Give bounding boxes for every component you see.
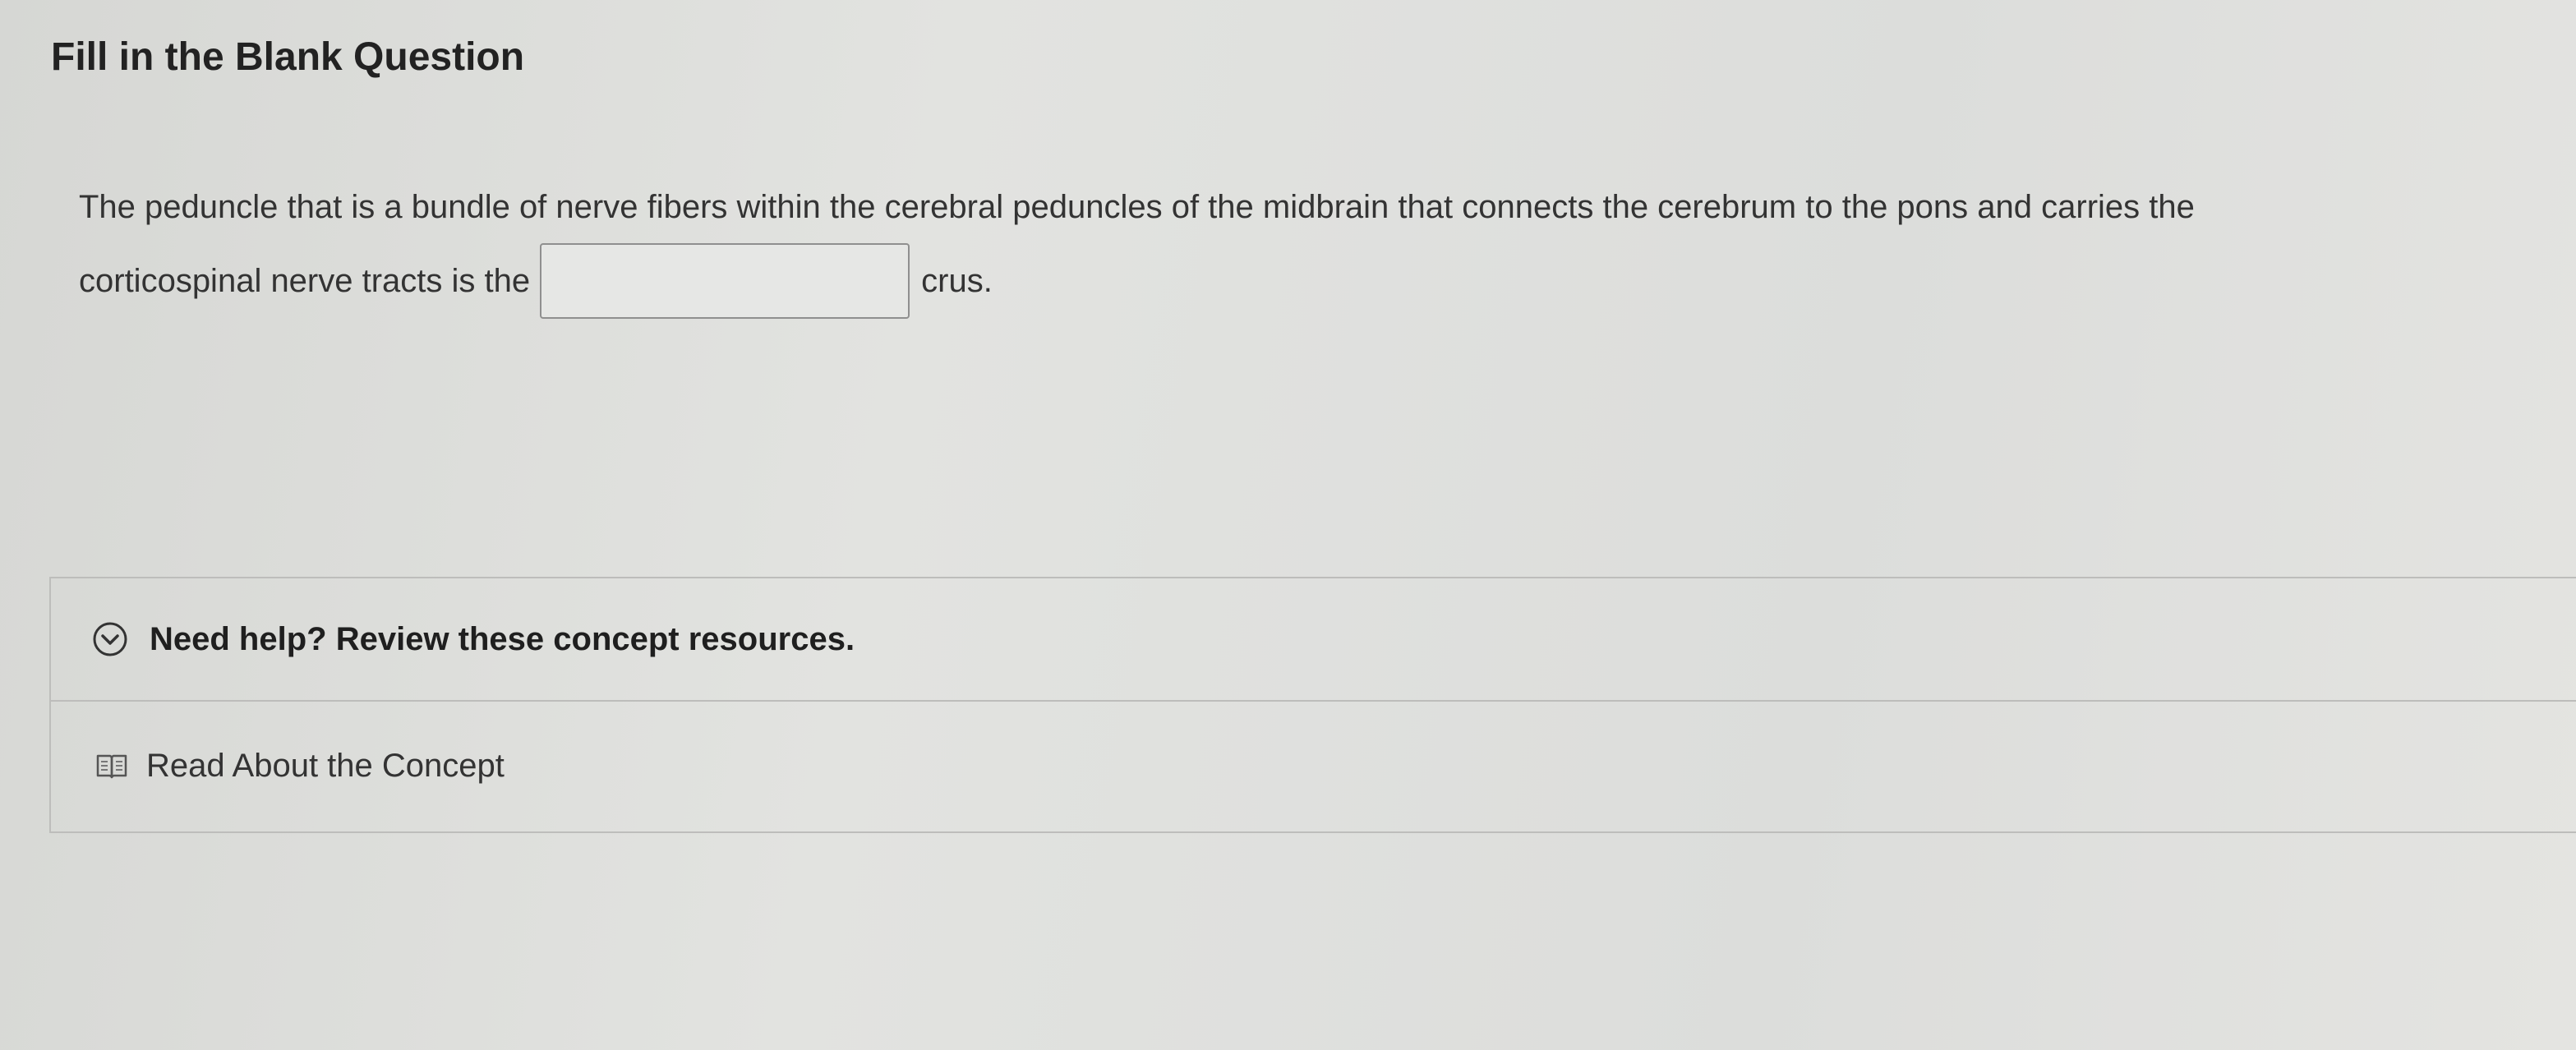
help-panel: Need help? Review these concept resource… bbox=[49, 577, 2576, 833]
resource-label: Read About the Concept bbox=[146, 747, 505, 784]
question-text-before-blank: corticospinal nerve tracts is the bbox=[79, 262, 531, 299]
question-text-line-1: The peduncle that is a bundle of nerve f… bbox=[79, 189, 2195, 225]
question-body: The peduncle that is a bundle of nerve f… bbox=[79, 174, 2528, 322]
resource-link-read-concept[interactable]: Read About the Concept bbox=[51, 702, 2576, 830]
page-title: Fill in the Blank Question bbox=[51, 35, 525, 79]
help-header-label: Need help? Review these concept resource… bbox=[150, 620, 855, 657]
answer-blank-input[interactable] bbox=[540, 243, 910, 319]
help-toggle-button[interactable]: Need help? Review these concept resource… bbox=[51, 578, 2576, 702]
chevron-down-circle-icon bbox=[92, 621, 128, 657]
book-icon bbox=[95, 749, 128, 782]
question-text-after-blank: crus. bbox=[921, 262, 993, 299]
question-text-line-2: corticospinal nerve tracts is the crus. bbox=[79, 240, 2528, 322]
